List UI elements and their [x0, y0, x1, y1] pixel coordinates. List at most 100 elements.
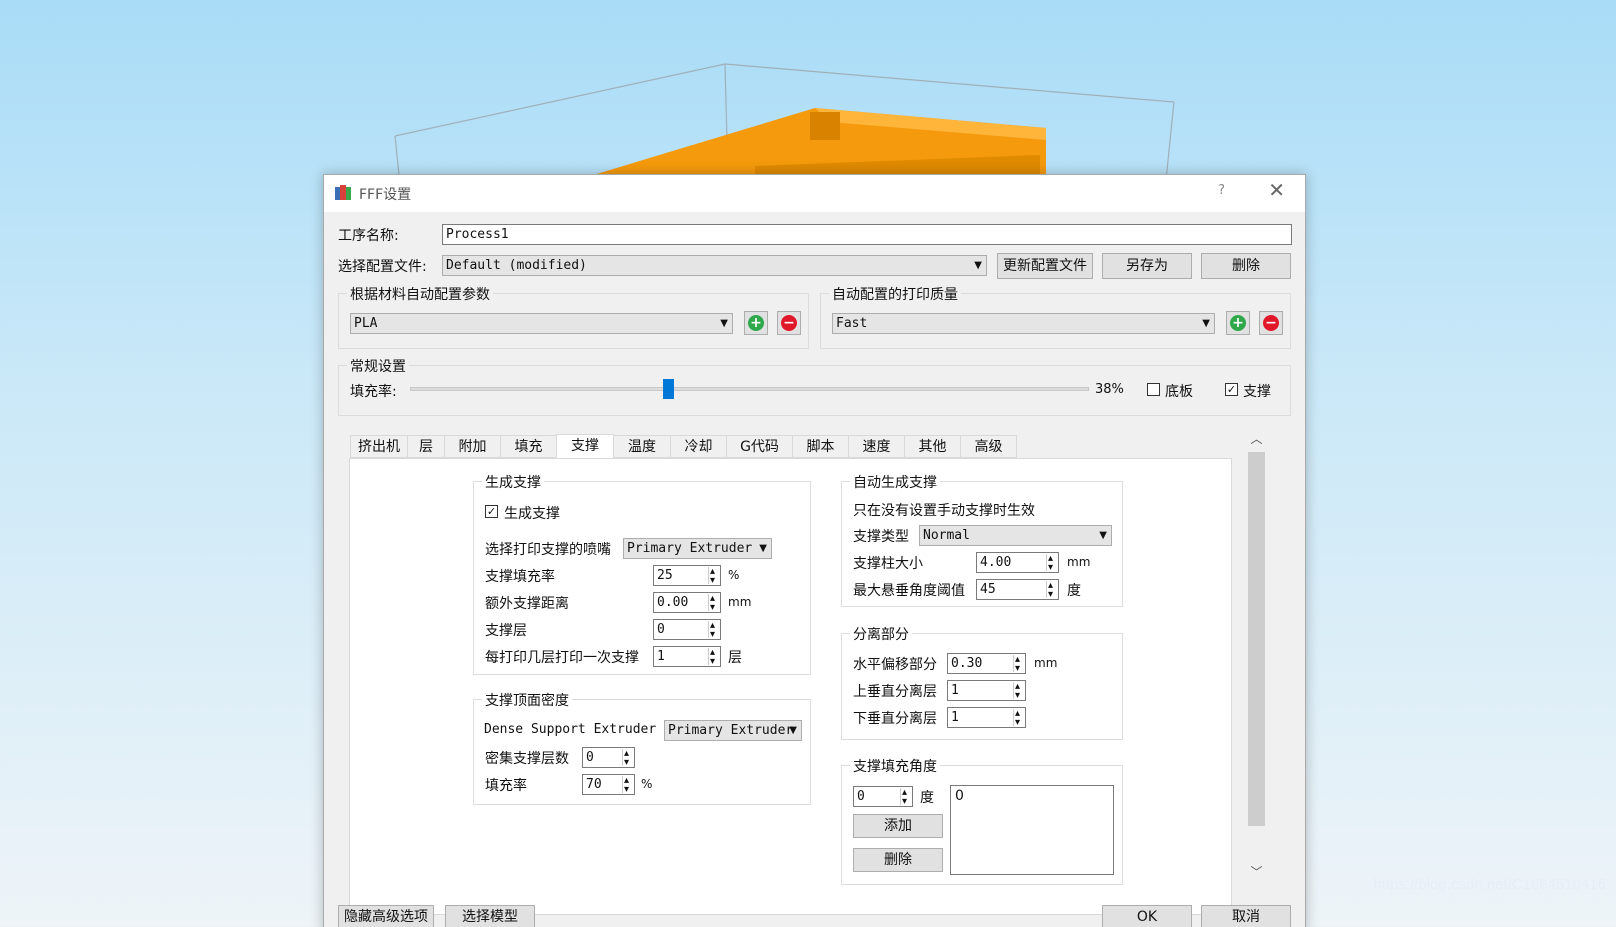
tab-10[interactable]: 速度 [848, 435, 905, 458]
add-quality-button[interactable]: + [1226, 311, 1250, 335]
support-infill-label: 支撑填充率 [485, 569, 555, 585]
add-angle-button[interactable]: 添加 [853, 814, 943, 838]
vertical-scrollbar[interactable]: ︿ ﹀ [1248, 430, 1266, 885]
tab-1[interactable]: 挤出机 [350, 435, 408, 458]
angle-list[interactable]: 0 [950, 785, 1114, 875]
profile-select[interactable]: Default (modified) ▼ [442, 255, 987, 276]
support-layers-label: 支撑层 [485, 623, 527, 639]
dense-extruder-select[interactable]: Primary Extruder ▼ [664, 720, 802, 741]
spin-arrows-icon[interactable] [708, 617, 719, 643]
tab-7[interactable]: 冷却 [670, 435, 727, 458]
chevron-down-icon: ▼ [1202, 318, 1210, 329]
add-material-button[interactable]: + [744, 311, 768, 335]
tab-8[interactable]: G代码 [726, 435, 793, 458]
profile-label: 选择配置文件: [338, 259, 427, 275]
process-name-input[interactable]: Process1 [442, 224, 1292, 245]
spin-arrows-icon[interactable] [708, 644, 719, 670]
tab-3[interactable]: 附加 [444, 435, 501, 458]
spin-arrows-icon[interactable] [1013, 651, 1024, 677]
delete-profile-button[interactable]: 删除 [1201, 253, 1291, 279]
scroll-down-icon[interactable]: ﹀ [1248, 863, 1265, 881]
spin-arrows-icon[interactable] [708, 563, 719, 589]
remove-quality-button[interactable]: − [1259, 311, 1283, 335]
close-icon[interactable]: ✕ [1268, 178, 1285, 202]
extra-distance-spinbox[interactable]: 0.00 [653, 590, 721, 616]
support-every-value: 1 [657, 649, 665, 664]
tab-11[interactable]: 其他 [904, 435, 961, 458]
overhang-angle-spinbox[interactable]: 45 [976, 577, 1059, 603]
generate-support-checkbox[interactable]: ✓ [485, 505, 498, 518]
tab-5[interactable]: 支撑 [556, 434, 614, 458]
horizontal-offset-spinbox[interactable]: 0.30 [947, 651, 1026, 677]
dense-extruder-value: Primary Extruder [668, 723, 794, 738]
spin-arrows-icon[interactable] [1013, 705, 1024, 731]
auto-support-group: 自动生成支撑 只在没有设置手动支撑时生效 支撑类型 Normal ▼ 支撑柱大小 … [841, 472, 1123, 607]
pillar-size-value: 4.00 [980, 555, 1012, 570]
raft-checkbox[interactable] [1147, 383, 1160, 396]
support-checkbox[interactable]: ✓ [1225, 383, 1238, 396]
spin-arrows-icon[interactable] [708, 590, 719, 616]
fill-angle-spinbox[interactable]: 0 [853, 784, 913, 810]
infill-value: 38% [1095, 382, 1124, 397]
minus-icon: − [1263, 315, 1279, 331]
list-item[interactable]: 0 [955, 788, 964, 804]
upper-separation-spinbox[interactable]: 1 [947, 678, 1026, 704]
generate-support-title: 生成支撑 [482, 472, 544, 492]
infill-slider-handle[interactable] [663, 379, 675, 399]
title-bar: FFF设置 ? ✕ [324, 175, 1305, 212]
ok-button[interactable]: OK [1102, 905, 1192, 927]
remove-material-button[interactable]: − [777, 311, 801, 335]
tab-9[interactable]: 脚本 [792, 435, 849, 458]
support-every-spinbox[interactable]: 1 [653, 644, 721, 670]
auto-support-note: 只在没有设置手动支撑时生效 [853, 503, 1035, 519]
save-as-button[interactable]: 另存为 [1102, 253, 1192, 279]
quality-group-title: 自动配置的打印质量 [829, 284, 961, 304]
tab-12[interactable]: 高级 [960, 435, 1017, 458]
update-profile-button[interactable]: 更新配置文件 [997, 253, 1093, 279]
chevron-down-icon: ▼ [974, 260, 982, 271]
support-every-unit: 层 [728, 650, 742, 666]
spin-arrows-icon[interactable] [622, 772, 633, 798]
dense-infill-spinbox[interactable]: 70 [582, 772, 635, 798]
spin-arrows-icon[interactable] [622, 745, 633, 771]
horizontal-offset-unit: mm [1034, 656, 1058, 670]
remove-angle-button[interactable]: 删除 [853, 848, 943, 872]
pillar-size-label: 支撑柱大小 [853, 556, 923, 572]
dense-support-title: 支撑顶面密度 [482, 690, 572, 710]
pillar-size-spinbox[interactable]: 4.00 [976, 550, 1059, 576]
support-infill-value: 25 [657, 568, 673, 583]
spin-arrows-icon[interactable] [900, 784, 911, 810]
material-select[interactable]: PLA ▼ [350, 313, 733, 334]
support-infill-unit: % [728, 568, 740, 582]
support-layers-spinbox[interactable]: 0 [653, 617, 721, 643]
spin-arrows-icon[interactable] [1046, 550, 1057, 576]
help-button[interactable]: ? [1218, 183, 1225, 198]
select-model-button[interactable]: 选择模型 [445, 905, 535, 927]
hide-advanced-button[interactable]: 隐藏高级选项 [338, 905, 434, 927]
lower-separation-value: 1 [951, 710, 959, 725]
spin-arrows-icon[interactable] [1013, 678, 1024, 704]
fill-angle-unit: 度 [920, 790, 934, 806]
cancel-button[interactable]: 取消 [1201, 905, 1291, 927]
quality-select[interactable]: Fast ▼ [832, 313, 1215, 334]
support-infill-spinbox[interactable]: 25 [653, 563, 721, 589]
tab-2[interactable]: 层 [407, 435, 445, 458]
dense-layers-label: 密集支撑层数 [485, 751, 569, 767]
support-type-select[interactable]: Normal ▼ [919, 525, 1112, 546]
auto-support-title: 自动生成支撑 [850, 472, 940, 492]
scroll-thumb[interactable] [1248, 452, 1265, 826]
material-value: PLA [354, 316, 378, 331]
lower-separation-spinbox[interactable]: 1 [947, 705, 1026, 731]
support-nozzle-select[interactable]: Primary Extruder ▼ [623, 538, 772, 559]
general-group: 常规设置 填充率: 38% 底板 ✓ 支撑 [338, 356, 1291, 416]
tab-6[interactable]: 温度 [613, 435, 671, 458]
upper-separation-label: 上垂直分离层 [853, 684, 937, 700]
tab-4[interactable]: 填充 [500, 435, 557, 458]
infill-label: 填充率: [350, 384, 397, 400]
spin-arrows-icon[interactable] [1046, 577, 1057, 603]
material-group: 根据材料自动配置参数 PLA ▼ + − [338, 284, 809, 349]
dense-layers-spinbox[interactable]: 0 [582, 745, 635, 771]
scroll-up-icon[interactable]: ︿ [1248, 430, 1265, 448]
pillar-size-unit: mm [1067, 555, 1091, 569]
infill-slider-track[interactable] [410, 387, 1089, 391]
